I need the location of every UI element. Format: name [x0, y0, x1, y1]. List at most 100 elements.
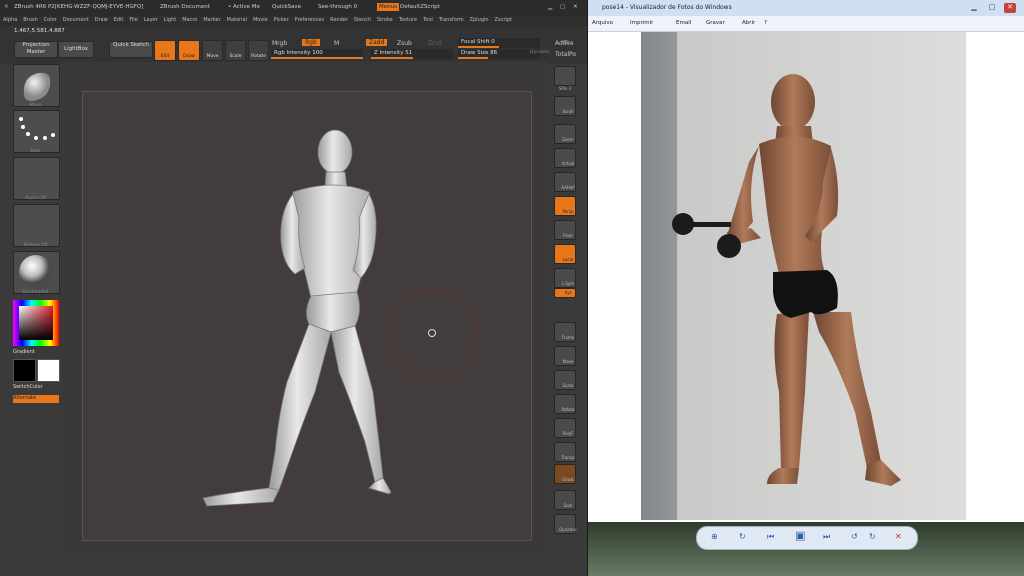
previous-icon[interactable]: ⏮ — [767, 532, 774, 542]
alpha-selector[interactable] — [13, 157, 60, 200]
solo-button[interactable]: Solo — [554, 490, 576, 510]
polyf-button[interactable]: PolyF — [554, 418, 576, 438]
move-view-button[interactable]: Move — [554, 346, 576, 366]
quicksave-button[interactable]: QuickSave — [272, 4, 301, 10]
aahalf-button[interactable]: AAHalf — [554, 172, 576, 192]
email-button[interactable]: Email — [676, 20, 691, 26]
menu-marker[interactable]: Marker — [200, 16, 223, 23]
zsub-toggle[interactable]: Zsub — [397, 40, 412, 47]
menu-draw[interactable]: Draw — [92, 16, 111, 23]
see-through-slider[interactable]: See-through 0 — [318, 4, 357, 10]
transp-button[interactable]: Transp — [554, 442, 576, 462]
secondary-color-swatch[interactable] — [37, 359, 60, 382]
scale-view-button[interactable]: Scale — [554, 370, 576, 390]
menu-tool[interactable]: Tool — [420, 16, 436, 23]
bpr-button[interactable] — [554, 66, 576, 86]
active-mesh-label: • Active Me — [228, 4, 260, 10]
color-picker[interactable] — [13, 300, 59, 346]
spix-label: SPix 3 — [558, 86, 572, 91]
actual-size-icon[interactable]: ↻ — [739, 532, 746, 541]
viewer-close-button[interactable]: ✕ — [1004, 3, 1016, 13]
menu-picker[interactable]: Picker — [271, 16, 292, 23]
viewer-maximize-button[interactable]: ▢ — [986, 3, 998, 13]
alternate-button[interactable]: Alternate — [13, 395, 59, 403]
texture-selector[interactable] — [13, 204, 60, 247]
menu-render[interactable]: Render — [327, 16, 351, 23]
lightbox-button[interactable]: LightBox — [58, 41, 94, 58]
scale-button[interactable]: Scale — [225, 40, 246, 61]
draw-size-slider[interactable]: Draw Size 86 — [458, 49, 540, 59]
menu-transform[interactable]: Transform — [436, 16, 467, 23]
draw-button[interactable]: Draw — [178, 40, 200, 61]
delete-icon[interactable]: ✕ — [895, 532, 902, 541]
menu-movie[interactable]: Movie — [250, 16, 271, 23]
menu-stencil[interactable]: Stencil — [351, 16, 374, 23]
dynamic-button[interactable]: Dynamic — [554, 514, 577, 534]
zadd-toggle[interactable]: Zadd — [366, 39, 388, 46]
menu-macro[interactable]: Macro — [179, 16, 200, 23]
rgb-intensity-slider[interactable]: Rgb Intensity 100 — [271, 49, 363, 59]
gravar-menu[interactable]: Gravar — [706, 20, 725, 26]
slideshow-icon[interactable]: ▣ — [795, 529, 805, 542]
viewer-minimize-button[interactable]: ▁ — [968, 3, 980, 13]
frame-button[interactable]: Frame — [554, 322, 576, 342]
floor-button[interactable]: Floor — [554, 220, 576, 240]
move-button[interactable]: Move — [202, 40, 223, 61]
mrgb-toggle[interactable]: Mrgb — [272, 40, 287, 47]
m-toggle[interactable]: M — [334, 40, 339, 47]
actual-button[interactable]: Actual — [554, 148, 576, 168]
imprimir-menu[interactable]: Imprimir — [630, 20, 653, 26]
rotate-right-icon[interactable]: ↻ — [869, 532, 876, 541]
quick-sketch-button[interactable]: Quick Sketch — [109, 41, 153, 58]
zcut-toggle[interactable]: Zcut — [428, 40, 442, 47]
minimize-button[interactable]: ▁ — [548, 4, 552, 10]
projection-master-button[interactable]: Projection Master — [14, 41, 58, 58]
local-button[interactable]: Local — [554, 244, 576, 264]
document-frame[interactable] — [82, 91, 532, 541]
scroll-button[interactable]: Scroll — [554, 96, 576, 116]
menu-zscript[interactable]: Zscript — [492, 16, 515, 23]
menu-preferences[interactable]: Preferences — [292, 16, 327, 23]
close-button[interactable]: ✕ — [573, 4, 578, 10]
switch-color-button[interactable]: SwitchColor — [13, 384, 43, 390]
rotate-button[interactable]: Rotate — [248, 40, 269, 61]
menu-texture[interactable]: Texture — [396, 16, 420, 23]
menu-edit[interactable]: Edit — [111, 16, 127, 23]
menu-alpha[interactable]: Alpha — [0, 16, 20, 23]
menu-color[interactable]: Color — [41, 16, 60, 23]
menu-material[interactable]: Material — [224, 16, 250, 23]
rgb-toggle[interactable]: Rgb — [302, 39, 320, 46]
persp-button[interactable]: Persp — [554, 196, 576, 216]
z-intensity-slider[interactable]: Z Intensity 51 — [371, 49, 453, 59]
menu-brush[interactable]: Brush — [20, 16, 40, 23]
brush-selector[interactable] — [13, 64, 60, 107]
menus-button[interactable]: Menus — [377, 3, 399, 11]
menu-zplugin[interactable]: Zplugin — [467, 16, 492, 23]
color-picker-square[interactable] — [19, 306, 53, 340]
rotate-view-button[interactable]: Rotate — [554, 394, 576, 414]
arquivo-menu[interactable]: Arquivo — [592, 20, 613, 26]
dynamic-toggle[interactable]: Dynamic — [530, 50, 550, 55]
gradient-toggle[interactable]: Gradient — [13, 349, 35, 355]
default-zscript-button[interactable]: DefaultZScript — [400, 4, 440, 10]
menu-stroke[interactable]: Stroke — [374, 16, 396, 23]
menu-layer[interactable]: Layer — [141, 16, 161, 23]
zoom-control-icon[interactable]: ⊕ — [711, 532, 718, 541]
lsym-button[interactable]: L.Sym — [554, 268, 576, 288]
menu-light[interactable]: Light — [161, 16, 179, 23]
xyz-button[interactable]: Xyz — [554, 288, 576, 298]
zoom-button[interactable]: Zoom — [554, 124, 576, 144]
material-selector[interactable] — [13, 251, 60, 294]
stroke-selector[interactable] — [13, 110, 60, 153]
rotate-left-icon[interactable]: ↺ — [851, 532, 858, 541]
focal-shift-slider[interactable]: Focal Shift 0 — [458, 38, 540, 48]
menu-document[interactable]: Document — [60, 16, 92, 23]
abrir-menu[interactable]: Abrir — [742, 20, 755, 26]
restore-button[interactable]: ▢ — [560, 4, 565, 10]
ghost-button[interactable]: Ghost — [554, 464, 576, 484]
edit-button[interactable]: Edit — [154, 40, 176, 61]
help-icon[interactable]: ? — [764, 20, 767, 26]
menu-file[interactable]: File — [126, 16, 140, 23]
next-icon[interactable]: ⏭ — [823, 532, 830, 542]
main-color-swatch[interactable] — [13, 359, 36, 382]
